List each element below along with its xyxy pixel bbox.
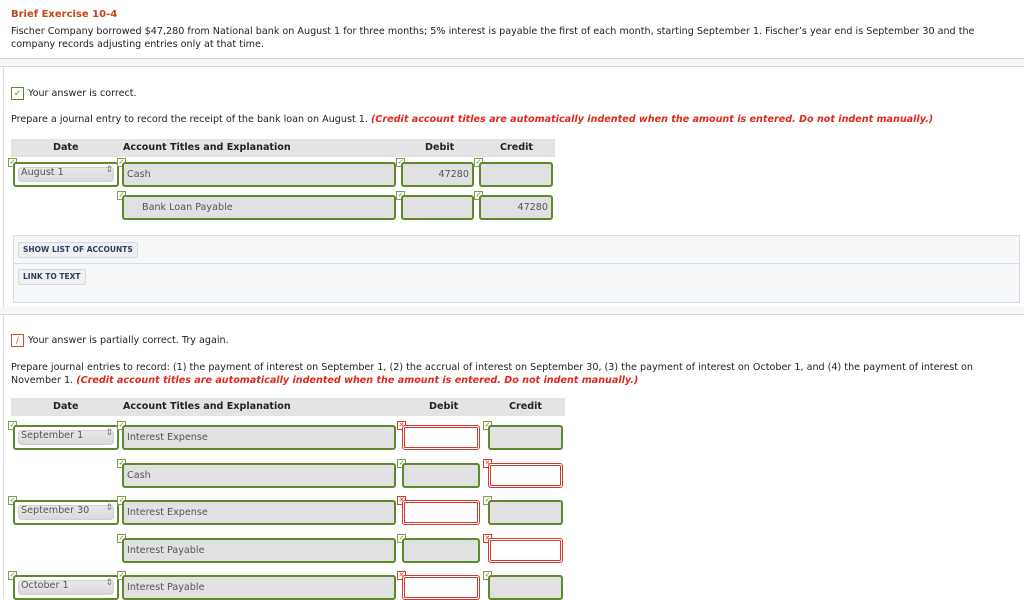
account-title-input[interactable]: Bank Loan Payable bbox=[122, 195, 396, 220]
account-title-value: Interest Payable bbox=[127, 582, 205, 593]
credit-input[interactable] bbox=[488, 425, 563, 450]
part1-button-bar: SHOW LIST OF ACCOUNTS LINK TO TEXT bbox=[13, 235, 1020, 303]
link-to-text-button[interactable]: LINK TO TEXT bbox=[18, 269, 86, 285]
date-select-value: September 30 bbox=[21, 505, 90, 516]
account-title-input[interactable]: Interest Payable bbox=[122, 537, 396, 563]
header-debit: Debit bbox=[429, 401, 459, 412]
debit-input[interactable] bbox=[402, 500, 480, 525]
credit-input[interactable] bbox=[488, 500, 563, 525]
part2-status: ∕ Your answer is partially correct. Try … bbox=[11, 334, 229, 347]
account-title-value: Interest Expense bbox=[127, 507, 208, 518]
section-divider bbox=[0, 307, 1024, 315]
check-icon: ✓ bbox=[11, 87, 24, 100]
date-select[interactable]: September 30 ⇕ bbox=[13, 500, 119, 525]
updown-arrow-icon: ⇕ bbox=[105, 165, 113, 175]
part1-status-text: Your answer is correct. bbox=[28, 88, 137, 99]
debit-input[interactable] bbox=[402, 425, 480, 450]
account-title-value: Interest Payable bbox=[127, 544, 205, 556]
part1-table-header: Date Account Titles and Explanation Debi… bbox=[11, 139, 555, 157]
debit-value: 47280 bbox=[438, 169, 469, 180]
part2-note: (Credit account titles are automatically… bbox=[76, 374, 639, 386]
debit-input[interactable] bbox=[401, 195, 474, 220]
debit-input[interactable] bbox=[402, 537, 480, 563]
show-list-of-accounts-button[interactable]: SHOW LIST OF ACCOUNTS bbox=[18, 242, 138, 258]
part1-instruction: Prepare a journal entry to record the re… bbox=[11, 114, 1016, 127]
account-title-input[interactable]: Cash bbox=[122, 462, 396, 488]
account-title-value: Bank Loan Payable bbox=[142, 202, 233, 213]
part1-instruction-text: Prepare a journal entry to record the re… bbox=[11, 114, 368, 125]
header-account: Account Titles and Explanation bbox=[123, 401, 291, 412]
credit-input[interactable] bbox=[488, 537, 563, 563]
credit-value: 47280 bbox=[517, 202, 548, 213]
updown-arrow-icon: ⇕ bbox=[105, 503, 113, 513]
exercise-title: Brief Exercise 10-4 bbox=[11, 9, 118, 20]
credit-input[interactable]: 47280 bbox=[479, 195, 553, 220]
credit-input[interactable] bbox=[488, 462, 563, 488]
debit-input[interactable]: 47280 bbox=[401, 162, 474, 187]
date-select-value: August 1 bbox=[21, 167, 64, 178]
header-date: Date bbox=[53, 142, 79, 153]
exercise-header: Brief Exercise 10-4 Fischer Company borr… bbox=[0, 0, 1024, 59]
date-select[interactable]: October 1 ⇕ bbox=[13, 575, 119, 600]
date-select-value: September 1 bbox=[21, 430, 84, 441]
account-title-input[interactable]: Interest Expense bbox=[122, 500, 396, 525]
exercise-text: Fischer Company borrowed $47,280 from Na… bbox=[11, 26, 975, 50]
date-select[interactable]: August 1 ⇕ bbox=[13, 162, 119, 187]
credit-input[interactable] bbox=[488, 575, 563, 600]
account-title-input[interactable]: Interest Expense bbox=[122, 425, 396, 450]
header-debit: Debit bbox=[425, 142, 455, 153]
account-title-value: Interest Expense bbox=[127, 432, 208, 443]
part1-note: (Credit account titles are automatically… bbox=[371, 114, 934, 125]
header-date: Date bbox=[53, 401, 79, 412]
account-title-input[interactable]: Cash bbox=[122, 162, 396, 187]
part2-status-text: Your answer is partially correct. Try ag… bbox=[28, 335, 229, 346]
date-select-value: October 1 bbox=[21, 580, 69, 591]
updown-arrow-icon: ⇕ bbox=[105, 578, 113, 588]
account-title-value: Cash bbox=[127, 169, 151, 180]
part1-status: ✓ Your answer is correct. bbox=[11, 87, 137, 100]
updown-arrow-icon: ⇕ bbox=[105, 428, 113, 438]
debit-input[interactable] bbox=[402, 462, 480, 488]
header-account: Account Titles and Explanation bbox=[123, 142, 291, 153]
date-select[interactable]: September 1 ⇕ bbox=[13, 425, 119, 450]
debit-input[interactable] bbox=[402, 575, 480, 600]
header-credit: Credit bbox=[500, 142, 534, 153]
part2-table-header: Date Account Titles and Explanation Debi… bbox=[11, 398, 565, 416]
section-divider bbox=[0, 59, 1024, 67]
part2-instruction: Prepare journal entries to record: (1) t… bbox=[11, 362, 1016, 387]
account-title-value: Cash bbox=[127, 469, 151, 481]
header-credit: Credit bbox=[509, 401, 543, 412]
credit-input[interactable] bbox=[479, 162, 553, 187]
pencil-icon: ∕ bbox=[11, 334, 24, 347]
account-title-input[interactable]: Interest Payable bbox=[122, 575, 396, 600]
